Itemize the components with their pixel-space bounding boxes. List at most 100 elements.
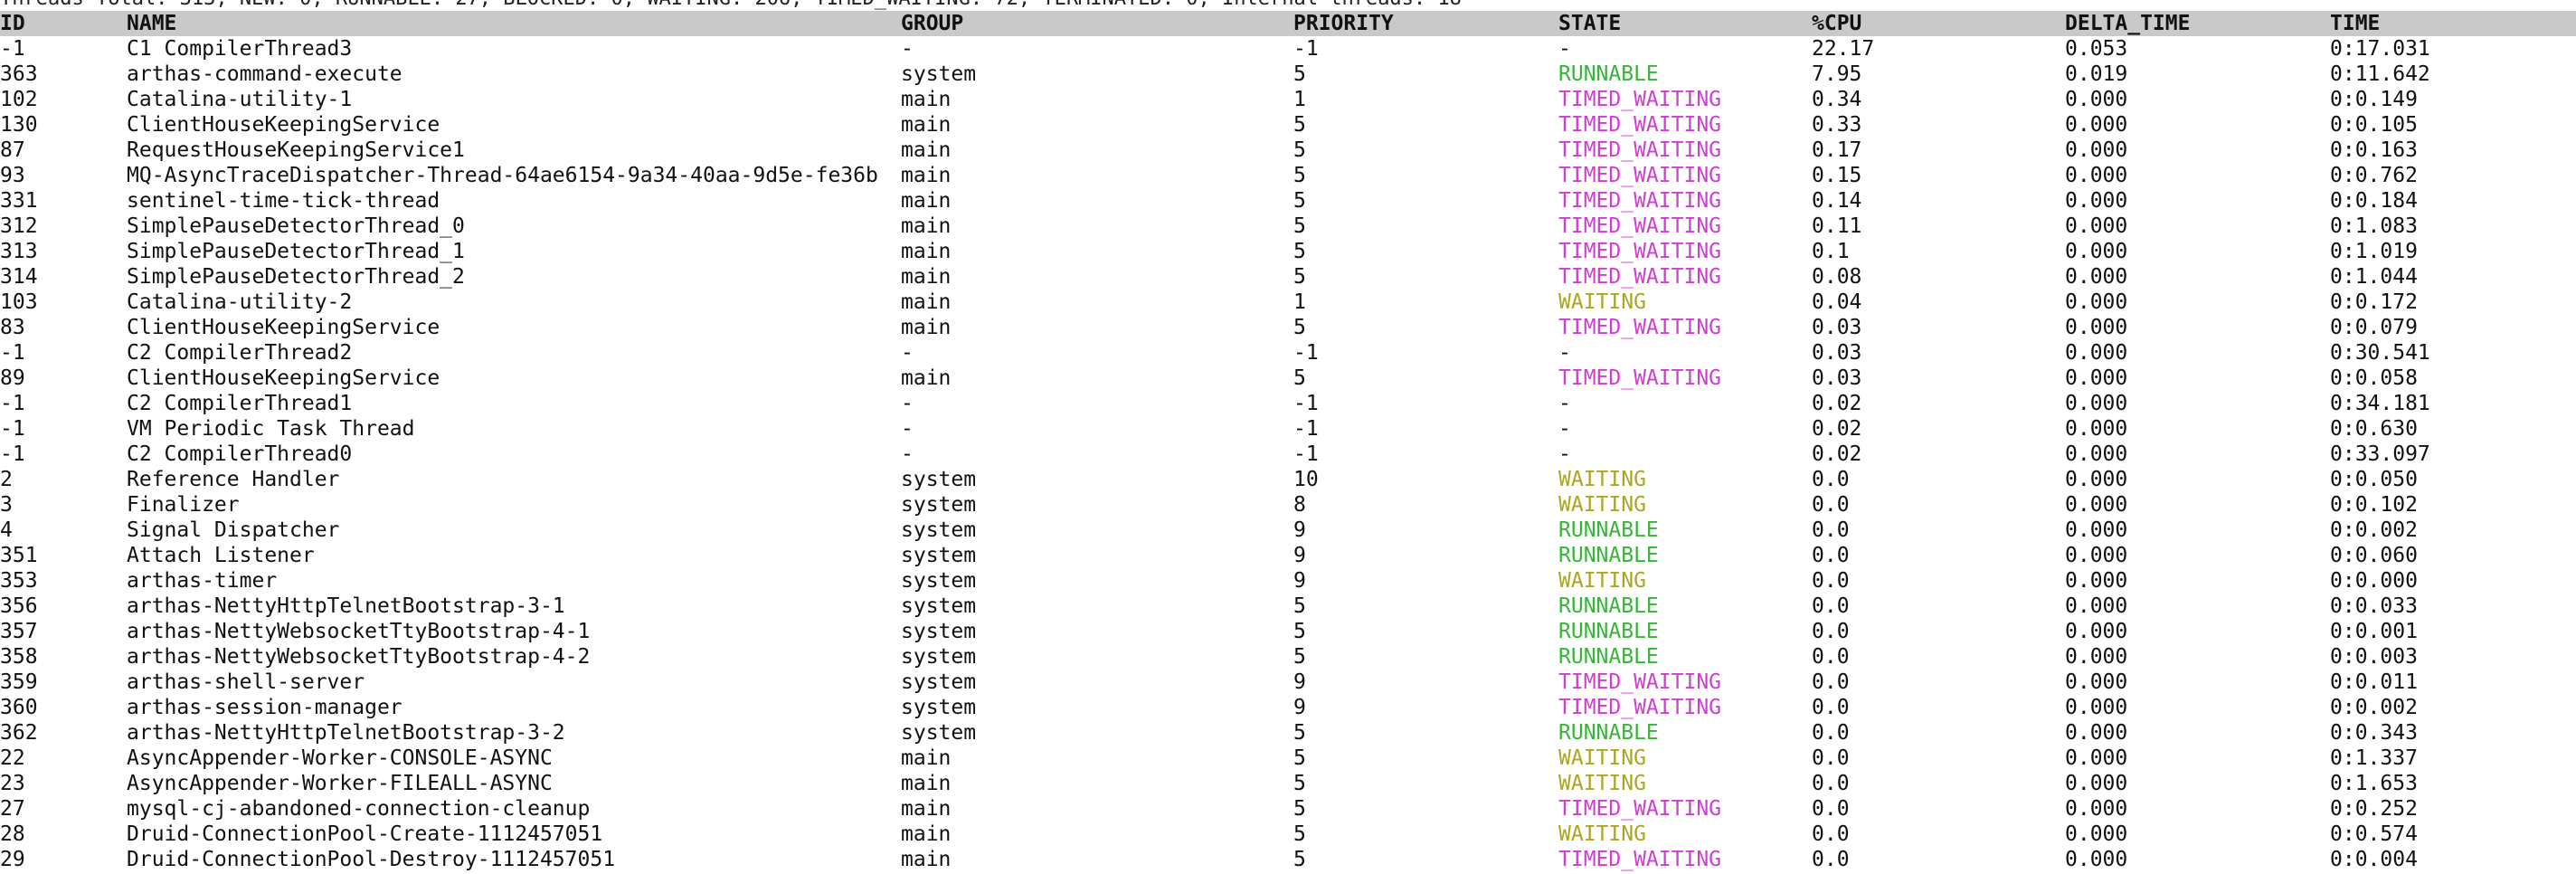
cell-name: ClientHouseKeepingService	[127, 366, 440, 390]
cell-id: 314	[0, 265, 38, 289]
cell-cpu: 0.0	[1812, 594, 1850, 618]
table-row: -1 C1 CompilerThread3 - -1 - 22.17 0.053 0:17.0…	[0, 36, 2576, 62]
table-row: 359 arthas-shell-server system 9 TIMED_WAITI…	[0, 670, 2576, 695]
cell-time: 0:0.050	[2330, 468, 2418, 491]
table-row: 353 arthas-timer system 9 WAITING 0.0 0.000 0:0…	[0, 568, 2576, 594]
cell-time: 0:1.044	[2330, 265, 2418, 289]
cell-group: main	[901, 366, 952, 390]
cell-name: RequestHouseKeepingService1	[127, 138, 465, 162]
cell-delta-time: 0.000	[2065, 848, 2128, 871]
cell-cpu: 0.0	[1812, 518, 1850, 542]
cell-name: arthas-session-manager	[127, 696, 402, 719]
cell-id: 351	[0, 544, 38, 567]
cell-state: RUNNABLE	[1558, 594, 1659, 618]
cell-group: main	[901, 822, 952, 846]
cell-priority: 5	[1293, 164, 1306, 187]
cell-name: arthas-NettyWebsocketTtyBootstrap-4-2	[127, 645, 591, 669]
cell-id: 313	[0, 240, 38, 263]
table-row: 27 mysql-cj-abandoned-connection-cleanup m…	[0, 796, 2576, 822]
column-header-name: NAME	[127, 12, 177, 35]
cell-cpu: 0.0	[1812, 493, 1850, 517]
table-row: 2 Reference Handler system 10 WAITING 0.0 0.00…	[0, 467, 2576, 492]
cell-priority: 5	[1293, 113, 1306, 137]
cell-group: -	[901, 341, 914, 365]
cell-name: Reference Handler	[127, 468, 340, 491]
cell-priority: -1	[1293, 341, 1319, 365]
cell-name: C2 CompilerThread1	[127, 392, 353, 415]
cell-time: 0:0.002	[2330, 518, 2418, 542]
cell-time: 0:0.033	[2330, 594, 2418, 618]
cell-group: system	[901, 493, 977, 517]
cell-priority: 9	[1293, 696, 1306, 719]
cell-priority: -1	[1293, 37, 1319, 61]
cell-state: RUNNABLE	[1558, 518, 1659, 542]
cell-priority: 1	[1293, 290, 1306, 314]
cell-id: 3	[0, 493, 13, 517]
cell-name: arthas-NettyHttpTelnetBootstrap-3-2	[127, 721, 565, 745]
cell-group: main	[901, 772, 952, 795]
cell-name: ClientHouseKeepingService	[127, 316, 440, 339]
cell-delta-time: 0.000	[2065, 544, 2128, 567]
cell-cpu: 0.33	[1812, 113, 1862, 137]
cell-cpu: 0.14	[1812, 189, 1862, 213]
cell-time: 0:0.003	[2330, 645, 2418, 669]
cell-state: WAITING	[1558, 290, 1646, 314]
cell-time: 0:11.642	[2330, 62, 2430, 86]
cell-name: arthas-shell-server	[127, 670, 365, 694]
table-row: 23 AsyncAppender-Worker-FILEALL-ASYNC main…	[0, 771, 2576, 796]
cell-name: mysql-cj-abandoned-connection-cleanup	[127, 797, 591, 821]
cell-group: -	[901, 417, 914, 441]
cell-state: -	[1558, 341, 1571, 365]
cell-cpu: 0.0	[1812, 721, 1850, 745]
table-row: 357 arthas-NettyWebsocketTtyBootstrap-4-1…	[0, 619, 2576, 644]
cell-priority: 5	[1293, 138, 1306, 162]
cell-delta-time: 0.000	[2065, 645, 2128, 669]
cell-time: 0:30.541	[2330, 341, 2430, 365]
cell-group: main	[901, 265, 952, 289]
cell-group: system	[901, 594, 977, 618]
cell-state: WAITING	[1558, 772, 1646, 795]
cell-state: RUNNABLE	[1558, 721, 1659, 745]
table-row: 314 SimplePauseDetectorThread_2 main 5 TIMED…	[0, 264, 2576, 290]
cell-id: 4	[0, 518, 13, 542]
cell-name: Catalina-utility-2	[127, 290, 353, 314]
cell-state: TIMED_WAITING	[1558, 366, 1722, 390]
cell-time: 0:0.000	[2330, 569, 2418, 593]
cell-state: TIMED_WAITING	[1558, 113, 1722, 137]
cell-id: 103	[0, 290, 38, 314]
cell-cpu: 0.0	[1812, 848, 1850, 871]
cell-delta-time: 0.000	[2065, 214, 2128, 238]
cell-priority: 5	[1293, 848, 1306, 871]
cell-delta-time: 0.000	[2065, 417, 2128, 441]
cell-time: 0:0.762	[2330, 164, 2418, 187]
cell-id: 2	[0, 468, 13, 491]
cell-delta-time: 0.000	[2065, 746, 2128, 770]
column-header-group: GROUP	[901, 12, 964, 35]
cell-group: main	[901, 164, 952, 187]
cell-priority: 9	[1293, 544, 1306, 567]
cell-id: 356	[0, 594, 38, 618]
cell-delta-time: 0.000	[2065, 88, 2128, 111]
cell-priority: 5	[1293, 265, 1306, 289]
cell-group: system	[901, 569, 977, 593]
table-row: 103 Catalina-utility-2 main 1 WAITING 0.04 0.0…	[0, 290, 2576, 315]
cell-cpu: 0.08	[1812, 265, 1862, 289]
cell-name: SimplePauseDetectorThread_1	[127, 240, 465, 263]
cell-name: arthas-NettyHttpTelnetBootstrap-3-1	[127, 594, 565, 618]
column-header-cpu: %CPU	[1812, 12, 1862, 35]
cell-priority: -1	[1293, 417, 1319, 441]
table-row: 29 Druid-ConnectionPool-Destroy-111245705…	[0, 847, 2576, 872]
table-row: 351 Attach Listener system 9 RUNNABLE 0.0 0.00…	[0, 543, 2576, 568]
table-row: -1 C2 CompilerThread2 - -1 - 0.03 0.000 0:30.54…	[0, 340, 2576, 366]
table-row: 28 Druid-ConnectionPool-Create-1112457051…	[0, 822, 2576, 847]
cell-group: main	[901, 848, 952, 871]
cell-delta-time: 0.000	[2065, 290, 2128, 314]
cell-cpu: 0.15	[1812, 164, 1862, 187]
cell-delta-time: 0.000	[2065, 696, 2128, 719]
cell-group: main	[901, 88, 952, 111]
cell-id: 363	[0, 62, 38, 86]
cell-priority: 10	[1293, 468, 1319, 491]
cell-state: RUNNABLE	[1558, 62, 1659, 86]
cell-cpu: 0.0	[1812, 468, 1850, 491]
table-row: 89 ClientHouseKeepingService main 5 TIMED_WA…	[0, 366, 2576, 391]
